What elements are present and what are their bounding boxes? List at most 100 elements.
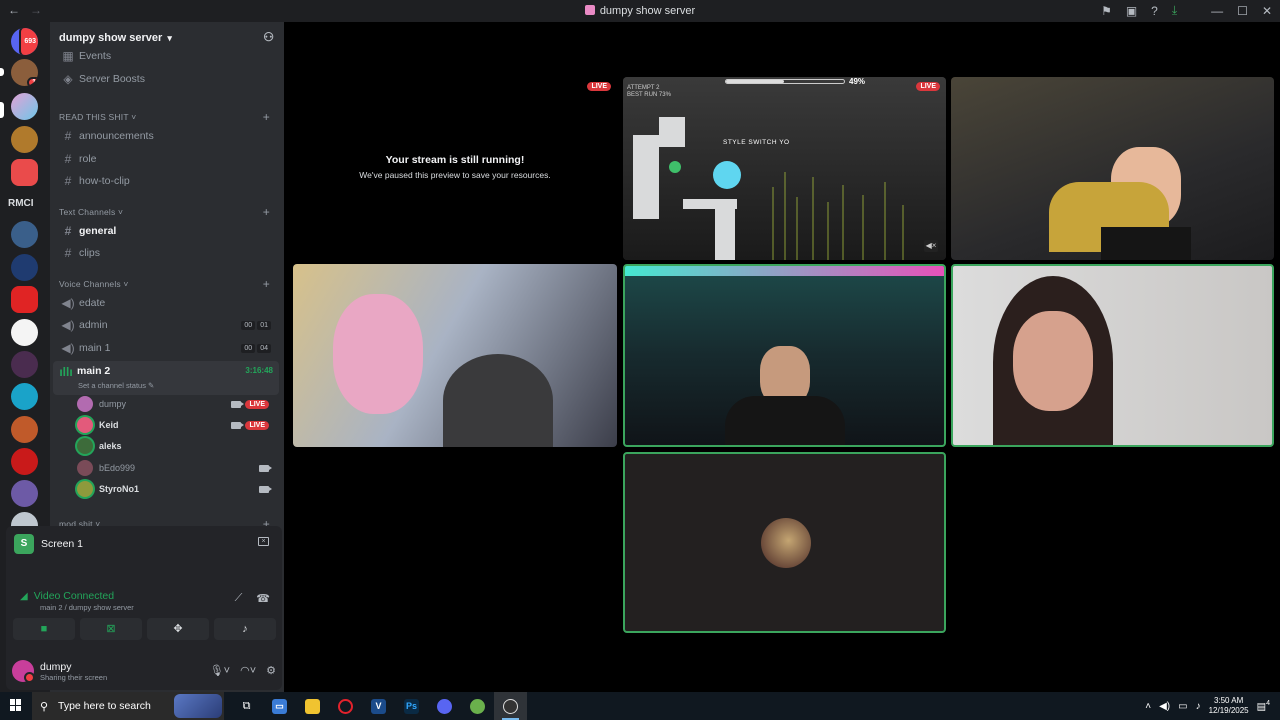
live-badge[interactable]: LIVE (245, 399, 269, 409)
photoshop-icon[interactable]: Ps (395, 692, 428, 720)
chevron-up-icon[interactable]: ˄ (1145, 701, 1151, 712)
mention-badge: 1 (27, 77, 38, 86)
disconnect-icon[interactable]: ☎ (256, 592, 270, 605)
help-icon[interactable]: ? (1151, 4, 1158, 18)
widgets-icon[interactable]: ▭ (263, 692, 296, 720)
server-icon[interactable]: 1 (11, 59, 38, 86)
taskbar-search[interactable]: ⚲ Type here to search (32, 692, 224, 720)
voice-user-name: Keid (99, 420, 119, 430)
server-icon[interactable] (11, 159, 38, 186)
voice-user-dumpy[interactable]: dumpy LIVE (77, 394, 277, 414)
microphone-icon[interactable]: 🎙︎˅ (210, 664, 230, 677)
opera-icon[interactable] (329, 692, 362, 720)
mention-badge: 693 (19, 28, 38, 55)
voice-user-bedo999[interactable]: bEdo999 (77, 458, 277, 478)
channel-clips[interactable]: # clips (59, 243, 279, 263)
attempt-text: ATTEMPT 2 (627, 85, 660, 91)
camera-button[interactable]: ■ (13, 618, 75, 640)
game-stream-tile[interactable]: 49% ATTEMPT 2 BEST RUN 73% STYLE SWITCH Y… (623, 77, 946, 260)
channel-role[interactable]: # role (59, 149, 279, 169)
add-member-icon[interactable]: ⚇ (263, 30, 274, 44)
unread-pill (0, 68, 4, 76)
discord-canary-icon[interactable] (428, 692, 461, 720)
channel-how-to-clip[interactable]: # how-to-clip (59, 171, 279, 191)
add-channel-icon[interactable]: + (263, 205, 270, 219)
server-icon[interactable] (11, 480, 38, 507)
clock-time: 3:50 AM (1213, 696, 1244, 705)
screen-share-button[interactable]: ⊠ (80, 618, 142, 640)
server-icon[interactable] (11, 319, 38, 346)
category-voice[interactable]: Voice Channels ˅ + (59, 277, 279, 291)
camera-tile-2[interactable] (293, 264, 617, 447)
category-text[interactable]: Text Channels ˅ + (59, 205, 279, 219)
user-area[interactable]: dumpy Sharing their screen 🎙︎˅ ◠˅ ⚙ (12, 656, 282, 686)
add-channel-icon[interactable]: + (263, 110, 270, 124)
folder-label[interactable]: RMCI (8, 198, 34, 209)
download-icon[interactable]: ⤓ (1172, 3, 1177, 18)
maximize-icon[interactable]: ☐ (1237, 4, 1248, 18)
clock[interactable]: 3:50 AM 12/19/2025 (1209, 696, 1249, 716)
events-item[interactable]: ▦ Events (59, 46, 279, 66)
stop-stream-icon[interactable]: × (258, 537, 269, 546)
close-icon[interactable]: ✕ (1262, 4, 1272, 18)
app-v-icon[interactable]: V (362, 692, 395, 720)
server-icon[interactable] (11, 126, 38, 153)
network-icon[interactable]: ▭ (1178, 701, 1187, 712)
window-title: dumpy show server (0, 5, 1280, 17)
server-icon[interactable] (11, 93, 38, 120)
windows-start-icon[interactable] (10, 699, 22, 711)
category-label: READ THIS SHIT (59, 112, 129, 122)
game-banner: STYLE SWITCH YO (723, 139, 790, 146)
paused-stream-tile[interactable]: LIVE Your stream is still running! We've… (293, 80, 617, 260)
server-boosts-item[interactable]: ◈ Server Boosts (59, 69, 279, 89)
activities-button[interactable]: ✥ (147, 618, 209, 640)
audio-only-tile[interactable] (623, 452, 946, 633)
muted-icon[interactable]: ◀× (924, 240, 938, 252)
voice-channel-admin[interactable]: ◀) admin 00 01 (59, 315, 279, 335)
connection-status[interactable]: ◢ Video Connected (20, 590, 114, 602)
voice-channel-edate[interactable]: ◀) edate (59, 293, 279, 313)
voice-user-styrono1[interactable]: StyroNo1 (77, 479, 277, 499)
user-count: 00 (241, 343, 256, 353)
connection-sub[interactable]: main 2 / dumpy show server (40, 603, 134, 612)
channel-general[interactable]: # general (59, 221, 279, 241)
camera-tile-1[interactable] (951, 77, 1274, 260)
server-icon[interactable] (11, 351, 38, 378)
minimize-icon[interactable]: — (1211, 4, 1223, 18)
soundboard-button[interactable]: ♪ (214, 618, 276, 640)
youtube-server-icon[interactable] (11, 286, 38, 313)
channel-announcements[interactable]: # announcements (59, 126, 279, 146)
notification-icon[interactable]: ▤4 (1257, 700, 1270, 712)
add-channel-icon[interactable]: + (263, 277, 270, 291)
obs-icon[interactable] (494, 692, 527, 720)
category-read[interactable]: READ THIS SHIT ˅ + (59, 110, 279, 124)
speaker-icon[interactable]: ♪ (1196, 701, 1201, 712)
voice-user-aleks[interactable]: aleks (77, 436, 277, 456)
avatar (761, 518, 811, 568)
voice-user-keid[interactable]: Keid LIVE (77, 415, 277, 435)
settings-gear-icon[interactable]: ⚙ (266, 664, 276, 677)
channel-label: admin (79, 319, 108, 331)
file-explorer-icon[interactable] (296, 692, 329, 720)
server-icon[interactable] (11, 254, 38, 281)
inbox-icon[interactable]: ⚑ (1101, 4, 1112, 18)
server-icon[interactable] (11, 416, 38, 443)
threads-icon[interactable]: ▣ (1126, 4, 1137, 18)
voice-channel-main-2[interactable]: ıllı main 2 3:16:48 Set a channel status … (53, 361, 279, 395)
server-icon[interactable] (11, 221, 38, 248)
task-view-icon[interactable]: ⧉ (230, 692, 263, 720)
user-limit: 04 (257, 343, 271, 353)
camera-tile-3[interactable] (623, 264, 946, 447)
channel-status[interactable]: Set a channel status ✎ (78, 381, 154, 390)
camera-tile-4[interactable] (951, 264, 1274, 447)
noise-suppression-icon[interactable]: ⟋ (235, 592, 243, 605)
voice-channel-main-1[interactable]: ◀) main 1 00 04 (59, 338, 279, 358)
server-icon[interactable] (11, 448, 38, 475)
avatar (77, 460, 93, 476)
app-green-icon[interactable] (461, 692, 494, 720)
live-badge[interactable]: LIVE (245, 420, 269, 430)
volume-icon[interactable]: ◀) (1159, 701, 1170, 712)
discord-home-icon[interactable]: ◉693 (11, 28, 38, 55)
server-icon[interactable] (11, 383, 38, 410)
headphones-icon[interactable]: ◠˅ (240, 664, 256, 677)
